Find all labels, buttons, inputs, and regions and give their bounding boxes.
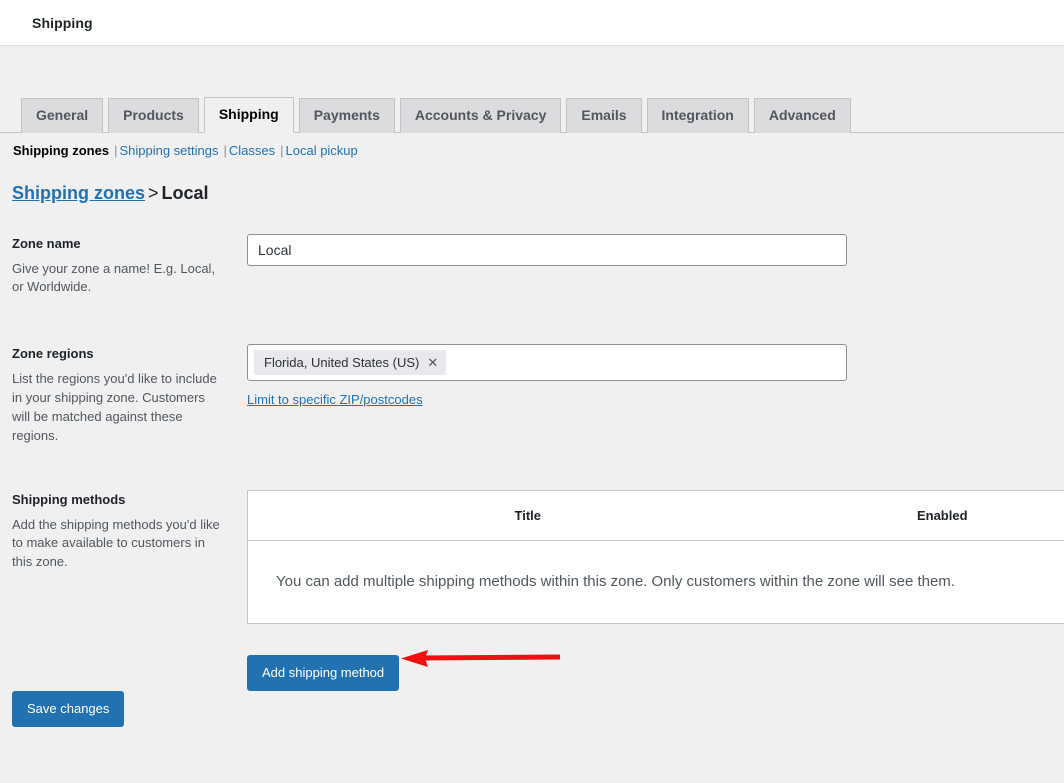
add-method-area: Add shipping method xyxy=(0,624,1064,691)
breadcrumb-chevron-icon: > xyxy=(145,183,162,203)
zone-regions-row: Zone regions List the regions you'd like… xyxy=(12,344,1064,445)
shipping-subnav: Shipping zones|Shipping settings|Classes… xyxy=(0,133,1064,160)
region-chip-label: Florida, United States (US) xyxy=(264,356,419,369)
app-header: Shipping xyxy=(0,0,1064,46)
zone-name-field-col xyxy=(247,234,1064,266)
tab-advanced[interactable]: Advanced xyxy=(754,98,851,133)
zone-regions-field-col: Florida, United States (US) ✕ Limit to s… xyxy=(247,344,1064,407)
shipping-methods-field-col: Title Enabled You can add multiple shipp… xyxy=(247,490,1064,625)
subnav-item-classes[interactable]: Classes xyxy=(229,143,275,158)
zone-regions-description: List the regions you'd like to include i… xyxy=(12,370,224,445)
zone-regions-label-col: Zone regions List the regions you'd like… xyxy=(12,344,247,445)
zone-name-label-col: Zone name Give your zone a name! E.g. Lo… xyxy=(12,234,247,298)
tab-general[interactable]: General xyxy=(21,98,103,133)
shipping-methods-description: Add the shipping methods you'd like to m… xyxy=(12,516,224,573)
zone-name-input[interactable] xyxy=(247,234,847,266)
page-title: Shipping xyxy=(32,15,93,31)
breadcrumb-current-zone: Local xyxy=(162,183,209,203)
shipping-methods-row: Shipping methods Add the shipping method… xyxy=(12,490,1064,625)
tab-shipping[interactable]: Shipping xyxy=(204,97,294,133)
save-changes-button[interactable]: Save changes xyxy=(12,691,124,727)
page-body: General Products Shipping Payments Accou… xyxy=(0,46,1064,783)
zone-regions-label: Zone regions xyxy=(12,346,247,361)
shipping-methods-table: Title Enabled You can add multiple shipp… xyxy=(247,490,1064,625)
tab-emails[interactable]: Emails xyxy=(566,98,641,133)
column-header-enabled: Enabled xyxy=(808,490,1064,540)
breadcrumb-link-shipping-zones[interactable]: Shipping zones xyxy=(12,183,145,203)
subnav-item-shipping-zones[interactable]: Shipping zones xyxy=(13,143,109,158)
shipping-methods-table-body: You can add multiple shipping methods wi… xyxy=(248,540,1064,624)
limit-zip-postcodes-link[interactable]: Limit to specific ZIP/postcodes xyxy=(247,392,423,407)
subnav-separator-3: | xyxy=(275,143,285,158)
zone-name-description: Give your zone a name! E.g. Local, or Wo… xyxy=(12,260,224,298)
shipping-methods-label: Shipping methods xyxy=(12,492,247,507)
add-shipping-method-button[interactable]: Add shipping method xyxy=(247,655,399,691)
save-area: Save changes xyxy=(12,691,124,727)
shipping-methods-table-head: Title Enabled xyxy=(248,490,1064,540)
region-chip-florida: Florida, United States (US) ✕ xyxy=(254,350,446,375)
breadcrumb: Shipping zones>Local xyxy=(0,160,1064,205)
close-x-icon[interactable]: ✕ xyxy=(427,356,438,369)
tab-payments[interactable]: Payments xyxy=(299,98,395,133)
tab-accounts-privacy[interactable]: Accounts & Privacy xyxy=(400,98,562,133)
column-header-title: Title xyxy=(248,490,808,540)
subnav-item-shipping-settings[interactable]: Shipping settings xyxy=(119,143,218,158)
subnav-separator-2: | xyxy=(218,143,228,158)
zone-name-row: Zone name Give your zone a name! E.g. Lo… xyxy=(12,234,1064,298)
table-row: You can add multiple shipping methods wi… xyxy=(248,540,1064,624)
subnav-item-local-pickup[interactable]: Local pickup xyxy=(286,143,358,158)
table-header-row: Title Enabled xyxy=(248,490,1064,540)
zone-form: Zone name Give your zone a name! E.g. Lo… xyxy=(0,206,1064,625)
subnav-separator-1: | xyxy=(109,143,119,158)
zone-name-label: Zone name xyxy=(12,236,247,251)
empty-state-message: You can add multiple shipping methods wi… xyxy=(248,540,1064,624)
zone-regions-select[interactable]: Florida, United States (US) ✕ xyxy=(247,344,847,381)
shipping-methods-label-col: Shipping methods Add the shipping method… xyxy=(12,490,247,573)
tab-integration[interactable]: Integration xyxy=(647,98,749,133)
tab-products[interactable]: Products xyxy=(108,98,199,133)
settings-tab-bar: General Products Shipping Payments Accou… xyxy=(0,46,1064,133)
